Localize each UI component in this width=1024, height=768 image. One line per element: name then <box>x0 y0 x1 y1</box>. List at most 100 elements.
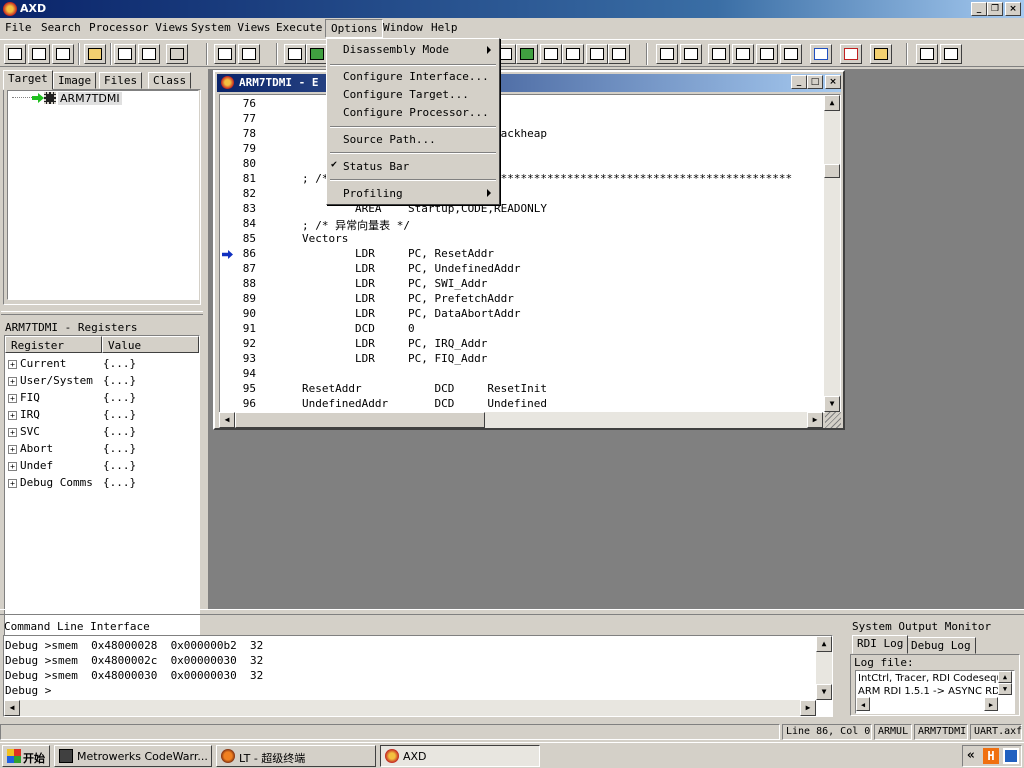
save-icon[interactable] <box>4 44 26 64</box>
tab-files[interactable]: Files <box>99 72 143 89</box>
taskbar-item-hyperterminal[interactable]: LT - 超级终端 <box>216 745 376 767</box>
run-to-cursor-icon[interactable] <box>780 44 802 64</box>
code-line[interactable]: 90 LDR PC, DataAbortAddr <box>220 307 830 322</box>
code-line[interactable]: 76 <box>220 97 830 112</box>
expand-icon[interactable]: + <box>8 394 17 403</box>
watch-view-icon[interactable] <box>306 44 328 64</box>
register-row[interactable]: + Debug Comms {...} <box>5 476 195 492</box>
code-line[interactable]: 86 LDR PC, ResetAddr <box>220 247 830 262</box>
step-icon[interactable] <box>732 44 754 64</box>
tab-target[interactable]: Target <box>3 70 53 90</box>
source-minimize-button[interactable]: _ <box>791 75 807 89</box>
registers-view-icon[interactable] <box>284 44 306 64</box>
scroll-left-button[interactable]: ◀ <box>4 700 20 716</box>
run-icon[interactable] <box>656 44 678 64</box>
menu-item-profiling[interactable]: Profiling <box>343 187 403 200</box>
tray-h-icon[interactable]: H <box>983 748 999 764</box>
horizontal-scrollbar[interactable]: ◀ ▶ <box>219 412 823 428</box>
title-bar[interactable]: AXD _ ❐ × <box>0 0 1024 18</box>
scroll-right-button[interactable]: ▶ <box>984 697 998 711</box>
register-row[interactable]: + Current {...} <box>5 357 195 373</box>
code-line[interactable]: 80 <box>220 157 830 172</box>
tab-debug-log[interactable]: Debug Log <box>906 637 976 654</box>
menu-item-configure-processor[interactable]: Configure Processor... <box>343 106 489 119</box>
hourglass-icon[interactable] <box>870 44 892 64</box>
load-image-icon[interactable] <box>28 44 50 64</box>
code-line[interactable]: 87 LDR PC, UndefinedAddr <box>220 262 830 277</box>
code-line[interactable]: 83 AREA Startup,CODE,READONLY <box>220 202 830 217</box>
expand-icon[interactable]: + <box>8 428 17 437</box>
bottom-splitter[interactable] <box>0 609 1024 615</box>
expand-icon[interactable]: + <box>8 445 17 454</box>
scroll-down-button[interactable]: ▼ <box>824 396 840 412</box>
step-out-icon[interactable] <box>756 44 778 64</box>
open-folder-icon[interactable] <box>84 44 106 64</box>
code-line[interactable]: 85 Vectors <box>220 232 830 247</box>
tab-class[interactable]: Class <box>148 72 192 89</box>
resize-grip-icon[interactable] <box>825 412 841 428</box>
menu-item-disassembly-mode[interactable]: Disassembly Mode <box>343 43 449 56</box>
source-maximize-button[interactable]: □ <box>807 75 823 89</box>
menu-item-configure-target[interactable]: Configure Target... <box>343 88 469 101</box>
menu-window[interactable]: Window <box>383 21 423 34</box>
scroll-left-button[interactable]: ◀ <box>856 697 870 711</box>
tray-chevron-icon[interactable]: « <box>967 748 975 763</box>
register-row[interactable]: + IRQ {...} <box>5 408 195 424</box>
register-row[interactable]: + Abort {...} <box>5 442 195 458</box>
menu-processor-views[interactable]: Processor Views <box>89 21 188 34</box>
scroll-thumb[interactable] <box>824 164 840 178</box>
scroll-down-button[interactable]: ▼ <box>998 683 1012 695</box>
disassembly-view-icon[interactable] <box>540 44 562 64</box>
reload-icon[interactable] <box>52 44 74 64</box>
pane-splitter[interactable] <box>1 311 203 315</box>
target-node-arm7tdmi[interactable]: ARM7TDMI <box>58 92 122 105</box>
code-line[interactable]: 91 DCD 0 <box>220 322 830 337</box>
low-level-symbols-icon[interactable] <box>586 44 608 64</box>
source-close-button[interactable]: × <box>825 75 841 89</box>
taskbar-item-axd[interactable]: AXD <box>380 745 540 767</box>
scroll-right-button[interactable]: ▶ <box>807 412 823 428</box>
paste-icon[interactable] <box>138 44 160 64</box>
hscroll-thumb[interactable] <box>235 412 485 428</box>
menu-system-views[interactable]: System Views <box>191 21 270 34</box>
menu-item-source-path[interactable]: Source Path... <box>343 133 436 146</box>
code-line[interactable]: 84 ; /* 异常向量表 */ <box>220 217 830 232</box>
tab-image[interactable]: Image <box>53 72 97 89</box>
cli-output[interactable]: Debug >smem 0x48000028 0x000000b2 32 Deb… <box>3 635 833 717</box>
backtrace-icon[interactable] <box>608 44 630 64</box>
cli-horizontal-scrollbar[interactable]: ◀ ▶ <box>4 700 816 716</box>
code-line[interactable]: 92 LDR PC, IRQ_Addr <box>220 337 830 352</box>
help-icon[interactable] <box>916 44 938 64</box>
context-help-icon[interactable] <box>940 44 962 64</box>
copy-icon[interactable] <box>114 44 136 64</box>
code-line[interactable]: 96 UndefinedAddr DCD Undefined <box>220 397 830 412</box>
find-icon[interactable] <box>214 44 236 64</box>
taskbar-item-codewarrior[interactable]: Metrowerks CodeWarr... <box>54 745 212 767</box>
tab-rdi-log[interactable]: RDI Log <box>852 635 909 654</box>
source-code-area[interactable]: 76 77 78 al_stackheap 79 80 81; /* **********… <box>219 94 841 413</box>
code-line[interactable]: 82 <box>220 187 830 202</box>
memory-view-icon[interactable] <box>516 44 538 64</box>
register-row[interactable]: + FIQ {...} <box>5 391 195 407</box>
code-line[interactable]: 79 <box>220 142 830 157</box>
scroll-right-button[interactable]: ▶ <box>800 700 816 716</box>
scroll-left-button[interactable]: ◀ <box>219 412 235 428</box>
column-header-register[interactable]: Register <box>5 336 102 353</box>
menu-item-status-bar[interactable]: Status Bar <box>343 160 409 173</box>
minimize-button[interactable]: _ <box>971 2 987 16</box>
code-line[interactable]: 89 LDR PC, PrefetchAddr <box>220 292 830 307</box>
menu-search[interactable]: Search <box>41 21 81 34</box>
expand-icon[interactable]: + <box>8 479 17 488</box>
register-row[interactable]: + Undef {...} <box>5 459 195 475</box>
register-row[interactable]: + SVC {...} <box>5 425 195 441</box>
breakpoint-icon[interactable] <box>810 44 832 64</box>
code-line[interactable]: 88 LDR PC, SWI_Addr <box>220 277 830 292</box>
delete-icon[interactable] <box>166 44 188 64</box>
menu-execute[interactable]: Execute <box>276 21 322 34</box>
menu-item-configure-interface[interactable]: Configure Interface... <box>343 70 489 83</box>
code-line[interactable]: 78 al_stackheap <box>220 127 830 142</box>
tray-network-icon[interactable] <box>1003 748 1019 764</box>
expand-icon[interactable]: + <box>8 360 17 369</box>
code-line[interactable]: 94 <box>220 367 830 382</box>
code-line[interactable]: 93 LDR PC, FIQ_Addr <box>220 352 830 367</box>
